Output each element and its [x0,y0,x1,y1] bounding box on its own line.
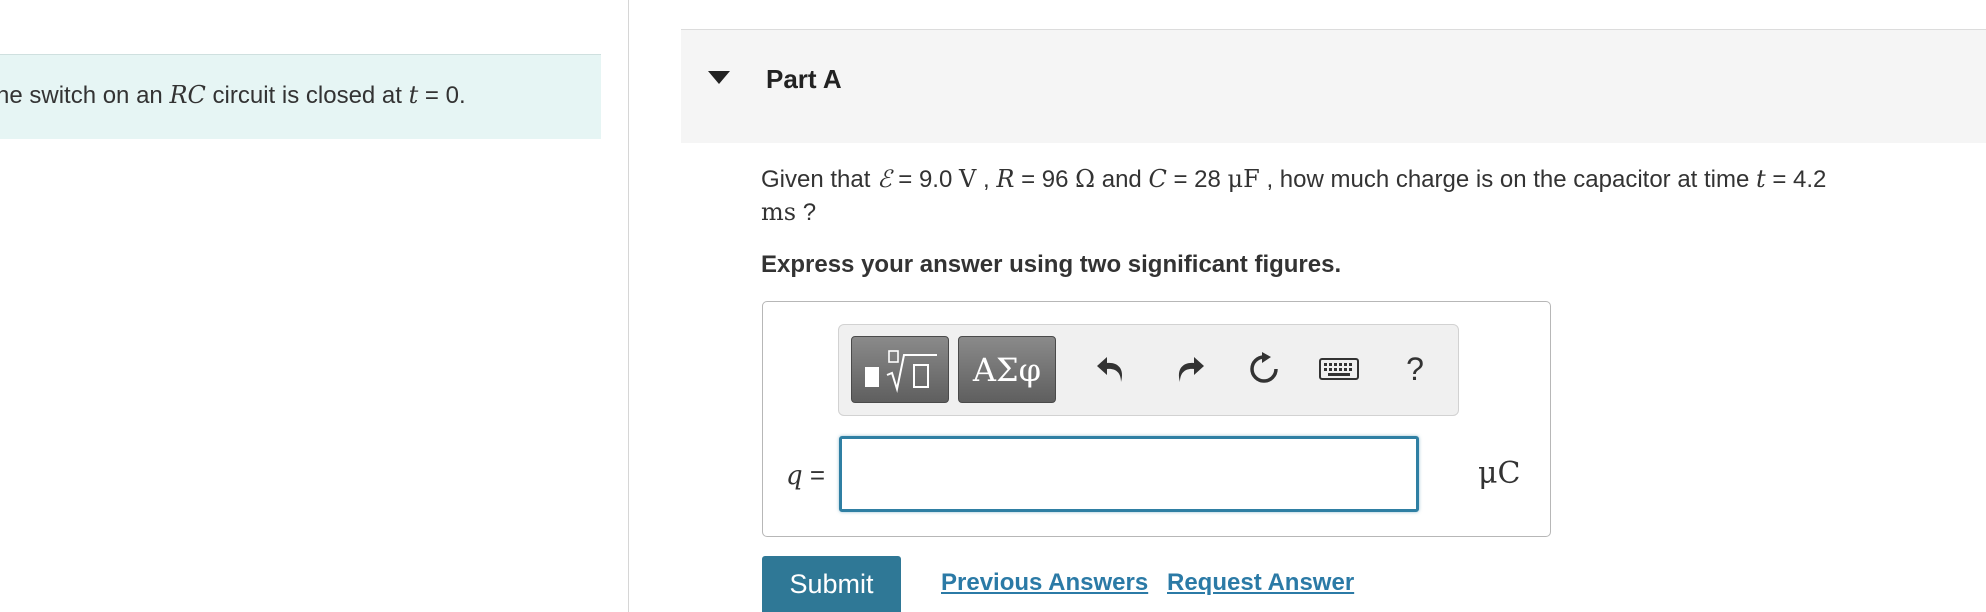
templates-radical-icon [865,349,937,393]
c-value: = 28 [1166,166,1228,193]
c-symbol: C [1148,165,1167,193]
part-title: Part A [766,64,842,94]
intro-rc-symbol: RC [169,81,206,109]
answer-equals: = [802,460,826,490]
answer-input[interactable] [839,436,1419,512]
intro-mid: circuit is closed at [205,82,409,109]
keyboard-icon[interactable] [1319,347,1359,391]
q-given: Given that [761,166,878,193]
intro-panel: he switch on an RC circuit is closed at … [0,54,601,139]
t-unit: ms [761,198,797,226]
templates-button[interactable] [851,336,949,403]
answer-unit: μC [1478,456,1521,491]
emf-unit: V [958,165,977,193]
previous-answers-link[interactable]: Previous Answers [941,569,1148,597]
r-symbol: R [996,165,1015,193]
answer-variable: q [786,461,803,491]
column-divider [628,0,629,612]
undo-icon[interactable] [1092,347,1132,391]
emf-symbol: ℰ [877,165,892,193]
t-value: = 4.2 [1765,166,1827,193]
instruction-text: Express your answer using two significan… [761,251,1342,278]
q-mark: ? [796,199,817,226]
intro-prefix: he switch on an [0,82,170,109]
part-header[interactable]: Part A [681,29,1986,143]
redo-icon[interactable] [1169,347,1209,391]
math-toolbar: ΑΣφ ? [838,324,1459,416]
emf-value: = 9.0 [891,166,959,193]
submit-button[interactable]: Submit [762,556,901,612]
r-value: = 96 [1014,166,1076,193]
help-button[interactable]: ? [1395,347,1435,391]
collapse-caret-icon[interactable] [708,71,730,84]
intro-text: he switch on an RC circuit is closed at … [0,81,466,110]
question-text: Given that ℰ = 9.0 V , R = 96 Ω and C = … [761,163,1986,229]
t-symbol: t [1756,165,1766,193]
intro-suffix: = 0. [418,82,466,109]
request-answer-link[interactable]: Request Answer [1167,569,1354,597]
r-unit: Ω [1075,165,1096,193]
symbols-button[interactable]: ΑΣφ [958,336,1056,403]
answer-variable-label: q = [786,460,825,491]
symbols-label: ΑΣφ [972,350,1042,389]
q-sep1: , [976,166,997,193]
intro-t-symbol: t [408,81,419,109]
help-label: ? [1406,350,1424,387]
q-and: and [1095,166,1149,193]
c-unit: μF [1227,165,1260,193]
answer-box: ΑΣφ ? q = μC [762,301,1551,537]
q-ask: , how much charge is on the capacitor at… [1259,166,1757,193]
reset-icon[interactable] [1244,347,1284,391]
